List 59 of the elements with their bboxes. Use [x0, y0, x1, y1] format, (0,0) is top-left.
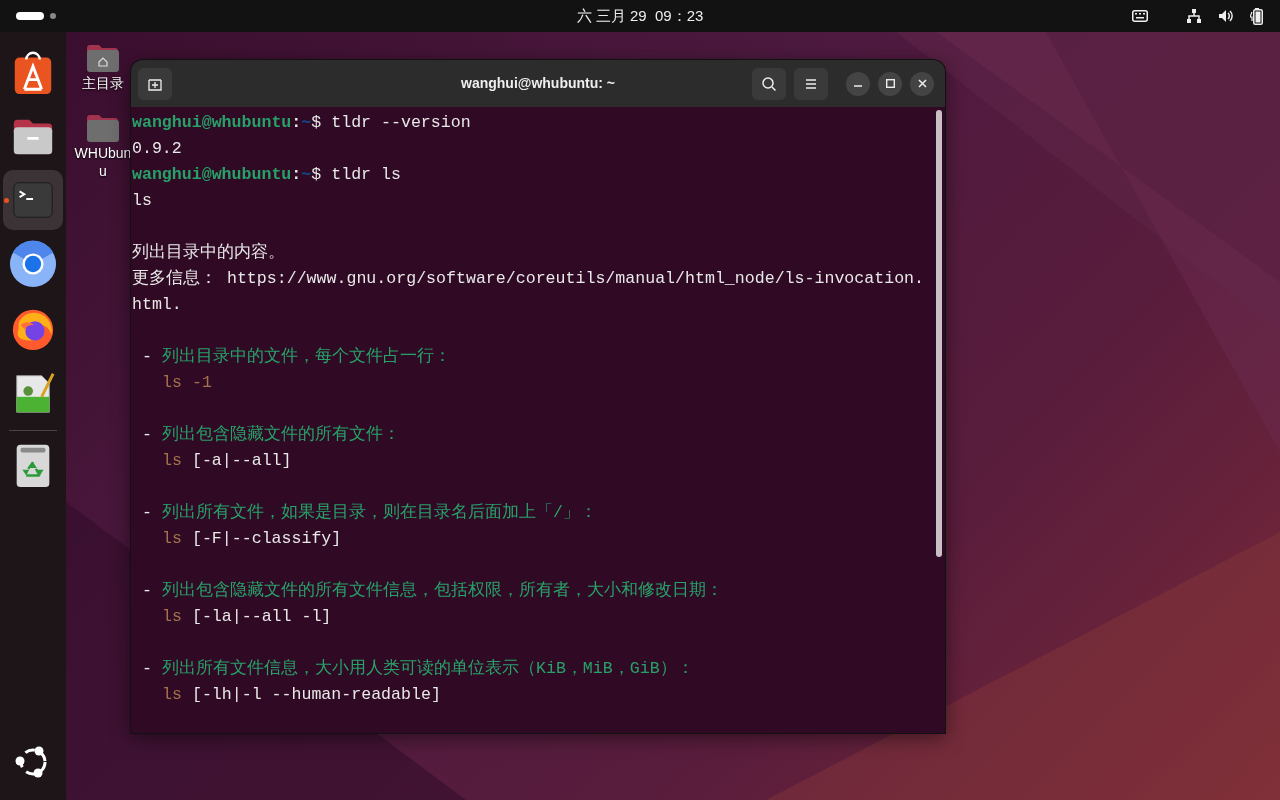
example-command: ls	[162, 606, 182, 628]
minimize-button[interactable]	[846, 71, 870, 96]
prompt-path: ~	[301, 164, 312, 186]
close-icon	[917, 79, 927, 88]
keyboard-icon[interactable]	[1132, 10, 1148, 22]
prompt-user: wanghui@whubuntu	[132, 164, 292, 186]
desktop-icon-label[interactable]: 主目录	[82, 74, 124, 92]
window-title: wanghui@whubuntu: ~	[461, 74, 615, 93]
menu-icon	[804, 77, 818, 90]
description-line: 列出包含隐藏文件的所有文件信息，包括权限，所有者，大小和修改日期：	[161, 580, 723, 602]
search-icon	[761, 75, 777, 92]
network-icon[interactable]	[1186, 8, 1202, 24]
prompt-symbol: $	[311, 112, 322, 134]
output-line: 更多信息： https://www.gnu.org/software/coreutils/manual/html_node/ls-invocation.	[132, 269, 924, 288]
folder-icon[interactable]	[85, 112, 121, 144]
prompt-symbol: $	[311, 164, 322, 186]
workspace-indicator[interactable]	[16, 12, 56, 20]
example-command: ls	[162, 528, 182, 550]
list-dash: -	[142, 502, 152, 524]
prompt-user: wanghui@whubuntu	[132, 112, 292, 134]
close-button[interactable]	[910, 71, 934, 96]
maximize-icon	[885, 79, 895, 88]
output-line: html.	[132, 295, 182, 314]
example-arguments: [-a|--all]	[191, 450, 292, 472]
example-command: ls	[162, 684, 182, 706]
prompt-separator: :	[291, 112, 302, 134]
prompt-separator: :	[291, 164, 302, 186]
maximize-button[interactable]	[878, 71, 902, 96]
example-arguments: [-F|--classify]	[191, 528, 342, 550]
list-dash: -	[142, 346, 152, 368]
example-arguments: [-lh|-l --human-readable]	[191, 684, 441, 706]
new-tab-button[interactable]	[138, 67, 172, 100]
example-arguments: -1	[191, 372, 212, 394]
description-line: 列出所有文件，如果是目录，则在目录名后面加上「/」：	[161, 502, 597, 524]
example-command: ls	[162, 372, 182, 394]
list-dash: -	[142, 658, 152, 680]
command-text: tldr --version	[331, 112, 471, 134]
desktop-icon-label[interactable]: WHUbun u	[74, 144, 132, 180]
list-dash: -	[142, 424, 152, 446]
description-line: 列出目录中的文件，每个文件占一行：	[161, 346, 451, 368]
minimize-icon	[854, 84, 862, 87]
clock[interactable]: 六 三月 29 09：23	[576, 4, 704, 28]
volume-icon[interactable]	[1218, 8, 1234, 24]
command-text: tldr ls	[331, 164, 401, 186]
battery-icon[interactable]	[1250, 7, 1264, 25]
output-line: ls	[132, 191, 152, 210]
prompt-path: ~	[301, 112, 312, 134]
output-line: 列出目录中的内容。	[132, 243, 285, 262]
example-arguments: [-la|--all -l]	[191, 606, 332, 628]
home-folder-icon[interactable]	[85, 42, 121, 74]
description-line: 列出所有文件信息，大小用人类可读的单位表示（KiB，MiB，GiB）：	[161, 658, 694, 680]
output-line: 0.9.2	[132, 139, 182, 158]
browser-circle-icon	[9, 240, 57, 288]
list-dash: -	[142, 580, 152, 602]
example-command: ls	[162, 450, 182, 472]
scrollbar-thumb[interactable]	[936, 110, 942, 557]
menu-button[interactable]	[794, 67, 828, 100]
search-button[interactable]	[752, 67, 786, 100]
description-line: 列出包含隐藏文件的所有文件：	[161, 424, 400, 446]
